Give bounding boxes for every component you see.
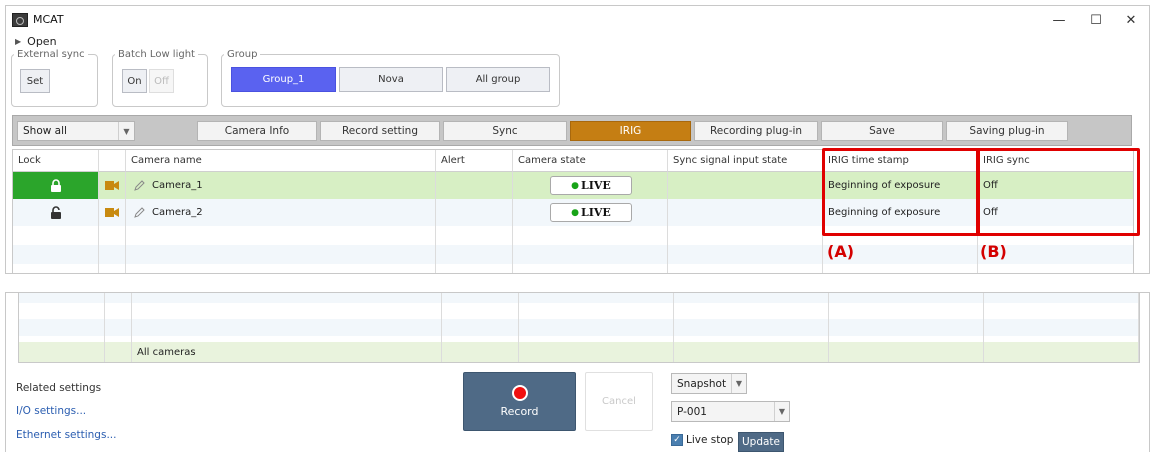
set-button[interactable]: Set — [20, 69, 50, 93]
tab-record-setting[interactable]: Record setting — [320, 121, 440, 141]
edit-pencil-icon[interactable] — [133, 179, 145, 192]
snapshot-dropdown[interactable]: Snapshot ▼ — [671, 373, 747, 394]
header-blank — [99, 150, 126, 172]
all-cameras-row[interactable]: All cameras — [19, 342, 1139, 362]
alert-cell — [436, 199, 513, 226]
preset-label: P-001 — [677, 405, 707, 418]
snapshot-label: Snapshot — [677, 377, 727, 390]
live-dot-icon: ● — [571, 207, 580, 218]
bottom-panel: All cameras Related settings I/O setting… — [5, 292, 1150, 452]
annotation-box-a — [822, 148, 980, 236]
empty-row — [19, 319, 1139, 336]
live-badge: ● LIVE — [550, 176, 632, 195]
low-light-on-button[interactable]: On — [122, 69, 147, 93]
live-stop-label: Live stop — [686, 434, 734, 446]
lock-open-icon — [50, 206, 61, 219]
camera-icon — [105, 181, 119, 190]
tab-irig[interactable]: IRIG — [570, 121, 691, 141]
live-dot-icon: ● — [571, 180, 580, 191]
record-label: Record — [500, 405, 539, 418]
low-light-off-button[interactable]: Off — [149, 69, 174, 93]
empty-row — [13, 245, 1133, 264]
camera-name-cell[interactable]: Camera_2 — [126, 199, 436, 226]
title-bar: MCAT — [6, 6, 1149, 33]
cancel-button[interactable]: Cancel — [585, 372, 653, 431]
all-cameras-label: All cameras — [132, 342, 442, 362]
header-lock: Lock — [13, 150, 99, 172]
header-camera-state: Camera state — [513, 150, 668, 172]
nova-group-button[interactable]: Nova — [339, 67, 443, 92]
annotation-label-b: (B) — [980, 242, 1007, 261]
header-sync-signal: Sync signal input state — [668, 150, 823, 172]
maximize-button[interactable]: ☐ — [1079, 8, 1113, 32]
camera-icon — [105, 208, 119, 217]
lock-closed-icon — [50, 179, 61, 192]
related-settings-label: Related settings — [16, 382, 102, 394]
annotation-box-b — [976, 148, 1140, 236]
all-group-button[interactable]: All group — [446, 67, 550, 92]
camera-state-cell: ● LIVE — [513, 172, 668, 199]
edit-pencil-icon[interactable] — [133, 206, 145, 219]
checkmark-icon: ✓ — [671, 434, 683, 446]
alert-cell — [436, 172, 513, 199]
update-button[interactable]: Update — [738, 432, 784, 452]
minimize-button[interactable]: — — [1042, 8, 1076, 32]
group-1-button[interactable]: Group_1 — [231, 67, 336, 92]
empty-row — [13, 264, 1133, 273]
live-label: LIVE — [581, 179, 611, 192]
close-button[interactable]: ✕ — [1114, 8, 1148, 32]
show-all-label: Show all — [23, 125, 67, 137]
expand-triangle-icon: ▶ — [15, 36, 22, 46]
lock-toggle[interactable] — [13, 172, 99, 199]
view-toolbar: Show all ▼ Camera Info Record setting Sy… — [12, 115, 1132, 146]
empty-row — [19, 303, 1139, 319]
tab-recording-plugin[interactable]: Recording plug-in — [694, 121, 818, 141]
ethernet-settings-link[interactable]: Ethernet settings... — [16, 429, 116, 441]
record-dot-icon — [511, 385, 528, 401]
dropdown-arrow-icon: ▼ — [774, 402, 789, 421]
camera-name: Camera_2 — [152, 207, 203, 218]
camera-icon-cell — [99, 172, 126, 199]
app-icon — [12, 12, 28, 27]
camera-icon-cell — [99, 199, 126, 226]
header-alert: Alert — [436, 150, 513, 172]
tab-camera-info[interactable]: Camera Info — [197, 121, 317, 141]
live-label: LIVE — [581, 206, 611, 219]
external-sync-legend: External sync — [17, 49, 85, 60]
sync-signal-cell — [668, 172, 823, 199]
dropdown-arrow-icon: ▼ — [731, 374, 746, 393]
record-button[interactable]: Record — [463, 372, 576, 431]
group-legend: Group — [227, 49, 258, 60]
live-badge: ● LIVE — [550, 203, 632, 222]
annotation-label-a: (A) — [827, 242, 855, 261]
tab-sync[interactable]: Sync — [443, 121, 567, 141]
preset-dropdown[interactable]: P-001 ▼ — [671, 401, 790, 422]
dropdown-arrow-icon: ▼ — [118, 122, 134, 140]
control-area: External sync Set Batch Low light On Off… — [6, 49, 1149, 115]
batch-low-light-legend: Batch Low light — [118, 49, 195, 60]
tab-save[interactable]: Save — [821, 121, 943, 141]
camera-name: Camera_1 — [152, 180, 203, 191]
camera-table-continued: All cameras — [18, 293, 1140, 363]
camera-state-cell: ● LIVE — [513, 199, 668, 226]
window-title: MCAT — [33, 13, 64, 26]
lock-toggle[interactable] — [13, 199, 99, 226]
io-settings-link[interactable]: I/O settings... — [16, 405, 86, 417]
tab-saving-plugin[interactable]: Saving plug-in — [946, 121, 1068, 141]
header-camera-name: Camera name — [126, 150, 436, 172]
show-all-dropdown[interactable]: Show all ▼ — [17, 121, 135, 141]
sync-signal-cell — [668, 199, 823, 226]
live-stop-checkbox[interactable]: ✓ Live stop — [671, 434, 733, 446]
open-expander[interactable]: ▶ Open — [6, 33, 1149, 49]
open-label: Open — [27, 34, 57, 48]
camera-name-cell[interactable]: Camera_1 — [126, 172, 436, 199]
empty-row — [19, 293, 1139, 303]
